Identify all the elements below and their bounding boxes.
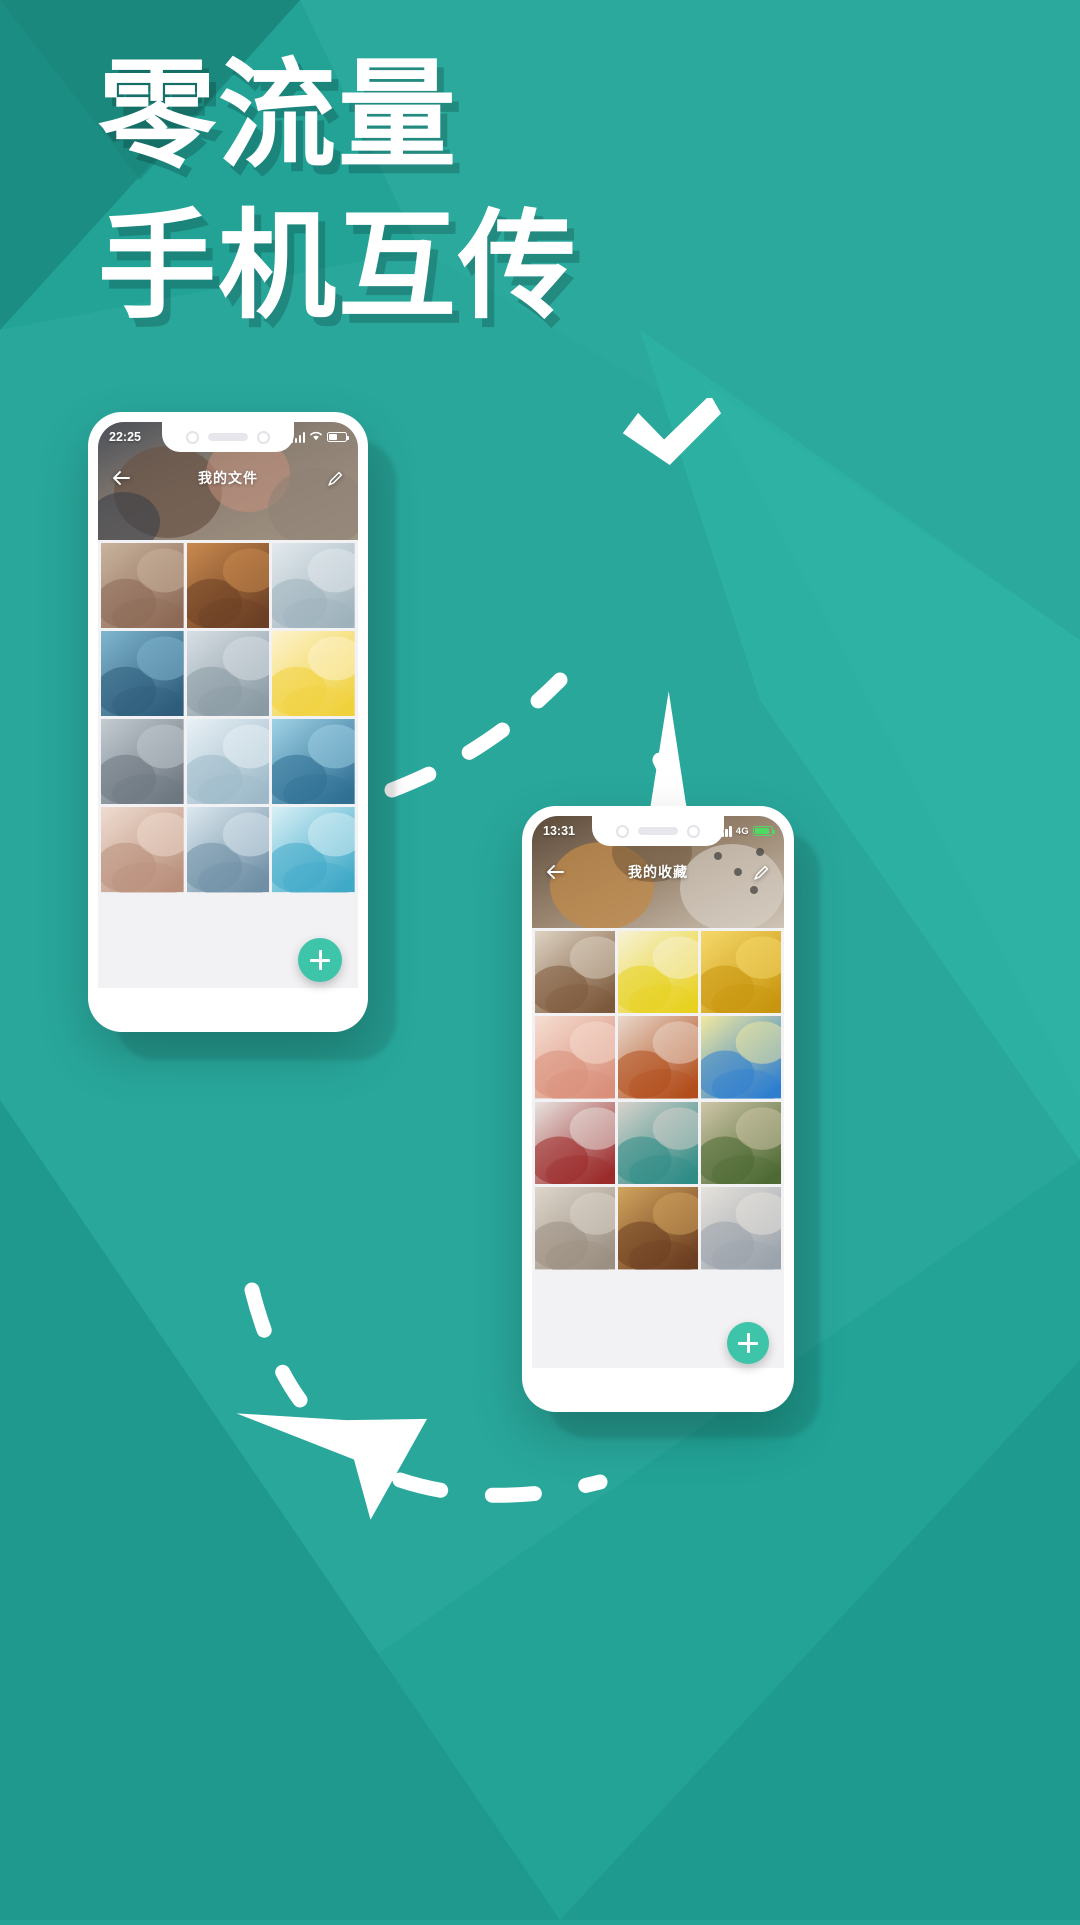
home-indicator-area	[98, 988, 358, 1022]
photo-herbs-table	[701, 1101, 781, 1185]
photo-beach-villa	[272, 807, 355, 893]
phone-screen: 22:25 我的文件	[98, 422, 358, 1022]
photo-cell[interactable]	[618, 931, 698, 1014]
photo-cell[interactable]	[535, 1187, 615, 1270]
app-bar-title: 我的文件	[198, 470, 258, 486]
photo-cell[interactable]	[535, 1101, 615, 1185]
photo-cell[interactable]	[186, 719, 270, 805]
page-title: 零流量 手机互传	[98, 46, 958, 336]
pencil-edit-icon[interactable]	[750, 861, 772, 883]
status-bar: 22:25	[98, 422, 358, 452]
phone-screen: 13:31 4G 我的收藏	[532, 816, 784, 1402]
add-button[interactable]	[727, 1322, 769, 1364]
photo-cell[interactable]	[535, 1016, 615, 1099]
check-icon	[620, 394, 730, 483]
header-hero-image: 22:25 我的文件	[98, 422, 358, 540]
photo-flag-blue-yellow	[701, 1016, 781, 1099]
photo-grid	[532, 928, 784, 1270]
photo-cell[interactable]	[618, 1187, 698, 1270]
photo-snow-hikers	[186, 719, 270, 805]
add-button[interactable]	[298, 938, 342, 982]
photo-winter-forest	[272, 543, 355, 629]
headline-line-1: 零流量	[98, 46, 459, 184]
photo-cell[interactable]	[701, 1101, 781, 1185]
signal-bars-icon	[717, 825, 732, 837]
plus-icon	[738, 1333, 758, 1353]
app-bar-title: 我的收藏	[628, 864, 688, 880]
photo-skater-bridge	[101, 719, 184, 805]
photo-skateboard	[101, 631, 184, 717]
photo-cell[interactable]	[101, 543, 184, 629]
signal-bars-icon	[290, 431, 305, 443]
photo-cell[interactable]	[186, 631, 270, 717]
photo-couple-snow	[101, 543, 184, 629]
battery-charging-icon	[753, 826, 776, 836]
photo-cell[interactable]	[101, 719, 184, 805]
photo-orange-dress	[618, 1016, 698, 1099]
photo-desert-road	[618, 1187, 698, 1270]
photo-cell[interactable]	[701, 931, 781, 1014]
plus-icon	[310, 950, 330, 970]
photo-sunflower	[701, 931, 781, 1014]
photo-room-lights	[186, 543, 270, 629]
photo-please-poster	[618, 931, 698, 1014]
battery-icon	[327, 432, 350, 442]
status-bar: 13:31 4G	[532, 816, 784, 846]
photo-cell[interactable]	[701, 1187, 781, 1270]
status-time: 22:25	[109, 430, 141, 444]
photo-cell[interactable]	[701, 1016, 781, 1099]
home-indicator-area	[532, 1368, 784, 1402]
photo-cell[interactable]	[101, 631, 184, 717]
photo-cell[interactable]	[186, 543, 270, 629]
photo-cell[interactable]	[618, 1016, 698, 1099]
back-arrow-icon[interactable]	[544, 861, 566, 883]
photo-cell[interactable]	[186, 807, 270, 893]
photo-yellow-hoodie	[272, 631, 355, 717]
header-hero-image: 13:31 4G 我的收藏	[532, 816, 784, 928]
photo-cell[interactable]	[272, 807, 355, 893]
network-label: 4G	[735, 825, 749, 837]
photo-teal-hair	[618, 1101, 698, 1185]
pencil-edit-icon[interactable]	[324, 467, 346, 489]
photo-pink-clouds	[535, 1016, 615, 1099]
phone-my-favorites: 13:31 4G 我的收藏	[522, 806, 794, 1412]
photo-grid	[98, 540, 358, 893]
photo-breakfast-table	[535, 931, 615, 1014]
photo-cell[interactable]	[101, 807, 184, 893]
photo-cell[interactable]	[272, 631, 355, 717]
wifi-icon	[309, 430, 323, 444]
photo-snowshoe-red	[272, 719, 355, 805]
photo-bed-relax	[101, 807, 184, 893]
app-bar: 我的文件	[98, 458, 358, 498]
photo-cell[interactable]	[272, 719, 355, 805]
back-arrow-icon[interactable]	[110, 467, 132, 489]
status-time: 13:31	[543, 824, 575, 838]
photo-mountain-snow	[186, 807, 270, 893]
photo-arch-doorway	[701, 1187, 781, 1270]
headline-line-2: 手机互传	[98, 197, 579, 336]
app-bar: 我的收藏	[532, 852, 784, 892]
photo-rose-white	[535, 1101, 615, 1185]
photo-cell[interactable]	[272, 543, 355, 629]
photo-cell[interactable]	[535, 931, 615, 1014]
photo-cell[interactable]	[618, 1101, 698, 1185]
phone-my-files: 22:25 我的文件	[88, 412, 368, 1032]
photo-snow-walk	[186, 631, 270, 717]
photo-hands-coat	[535, 1187, 615, 1270]
